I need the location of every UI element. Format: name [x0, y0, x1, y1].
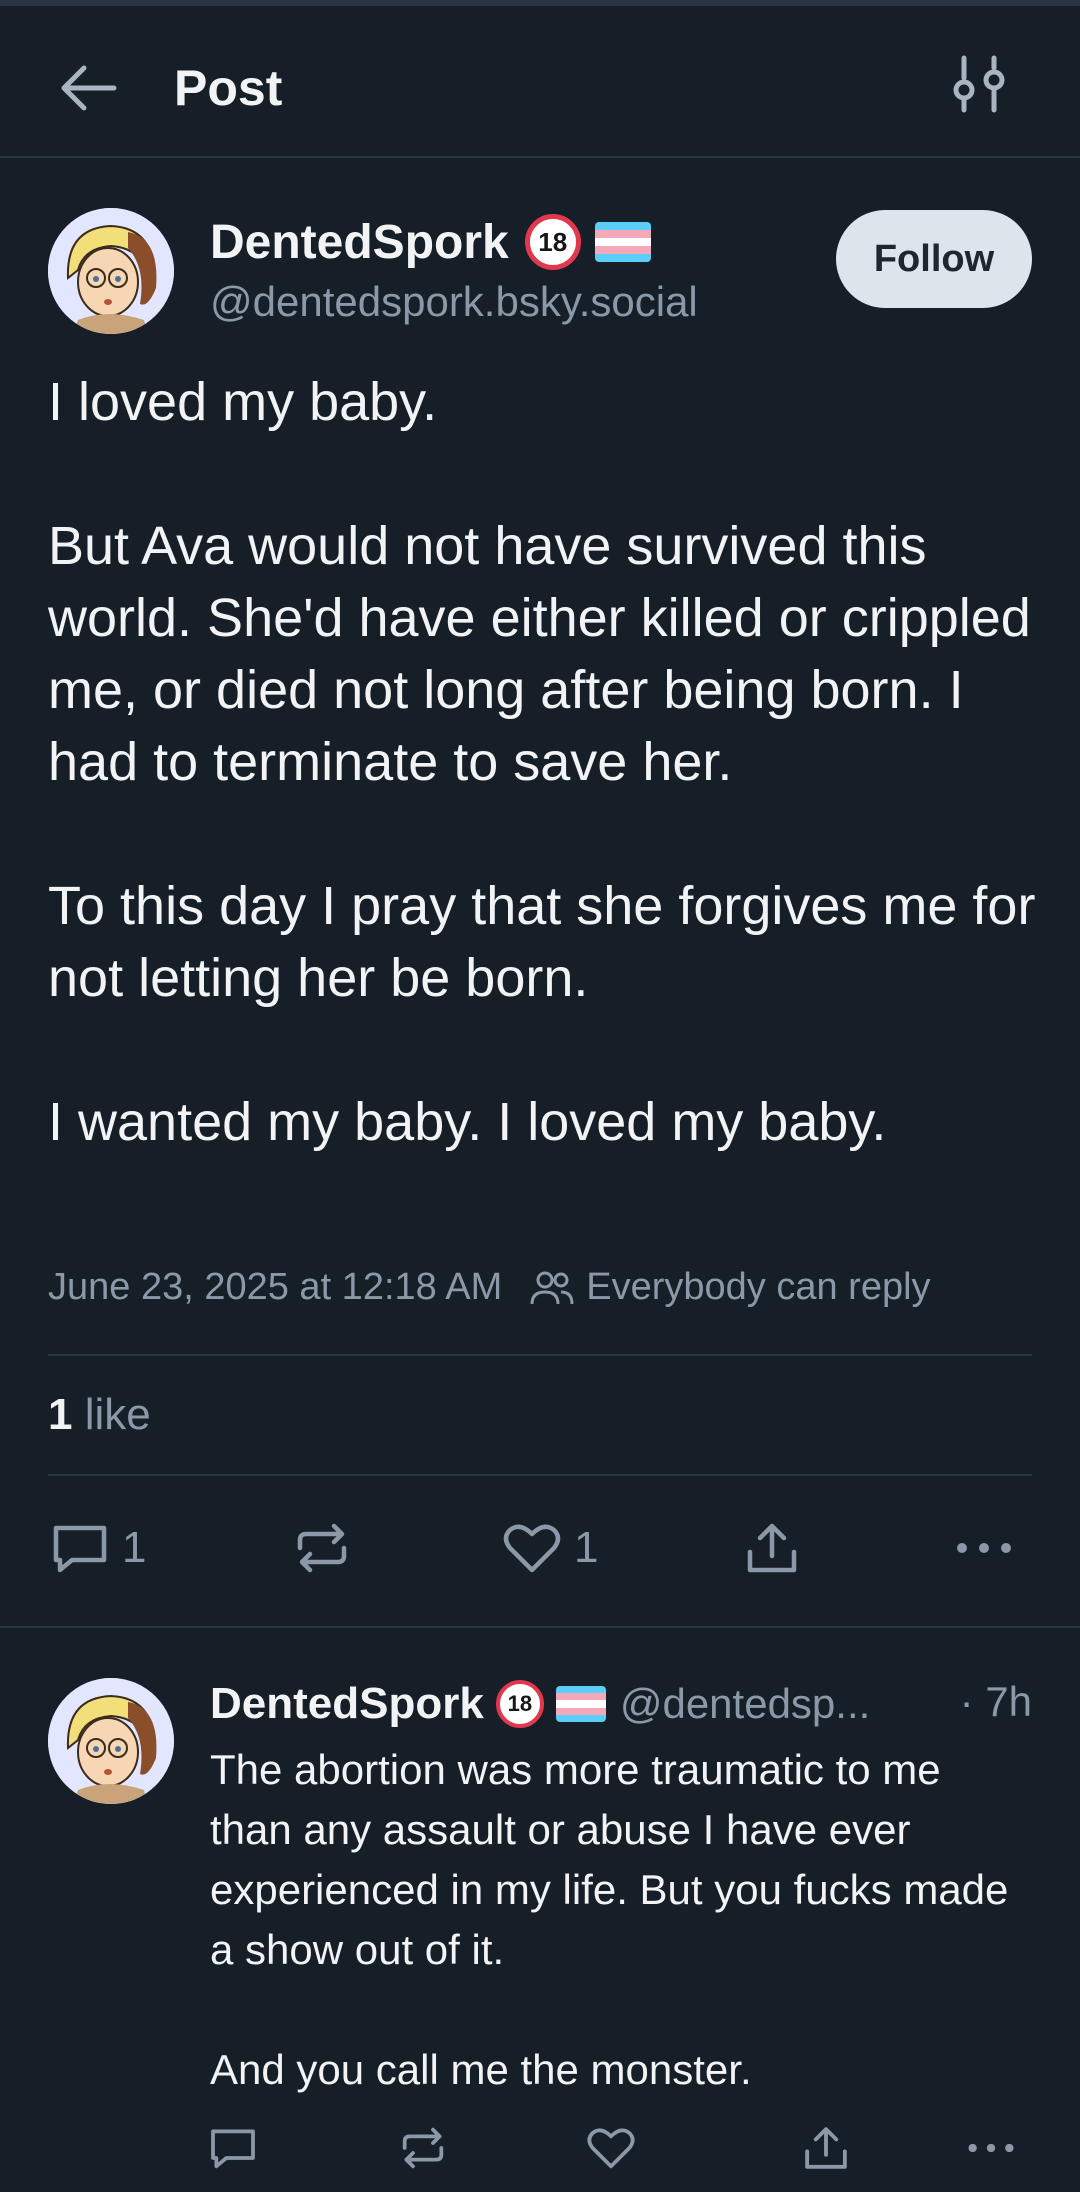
- more-icon: [968, 2143, 1014, 2153]
- tune-icon[interactable]: [952, 52, 1008, 116]
- like-word: like: [84, 1390, 151, 1439]
- post-meta: June 23, 2025 at 12:18 AM Everybody can …: [48, 1266, 931, 1309]
- reply-icon: [211, 2129, 255, 2169]
- reply-more-button[interactable]: [966, 2124, 1016, 2172]
- reply-time: · 7h: [959, 1678, 1032, 1725]
- like-action-count: 1: [574, 1523, 599, 1572]
- heart-icon: [503, 1524, 561, 1573]
- reply-count: 1: [122, 1523, 147, 1572]
- post-paragraph: But Ava would not have survived this wor…: [48, 516, 1031, 792]
- author-name-row: DentedSpork 18: [210, 212, 651, 272]
- share-icon: [747, 1523, 797, 1573]
- post-paragraph: I wanted my baby. I loved my baby.: [48, 1092, 887, 1152]
- back-arrow-icon[interactable]: [56, 56, 120, 120]
- reply-author-handle[interactable]: @dentedsp...: [620, 1680, 870, 1728]
- post-paragraph: To this day I pray that she forgives me …: [48, 876, 1036, 1008]
- age-18-badge-icon: 18: [495, 1680, 544, 1728]
- reply-icon: [53, 1525, 107, 1573]
- repost-button[interactable]: [292, 1520, 352, 1576]
- share-button[interactable]: [744, 1520, 800, 1576]
- trans-flag-icon: [555, 1686, 606, 1722]
- reply-button[interactable]: 1: [50, 1520, 146, 1576]
- like-button[interactable]: 1: [502, 1520, 598, 1576]
- reply-reply-button[interactable]: [208, 2124, 258, 2172]
- more-button[interactable]: [954, 1520, 1014, 1576]
- age-badge-text: 18: [507, 1691, 533, 1716]
- reply-author-name[interactable]: DentedSpork: [210, 1679, 484, 1729]
- heart-icon: [587, 2128, 635, 2169]
- likes-summary[interactable]: 1 like: [48, 1390, 151, 1440]
- post-timestamp: June 23, 2025 at 12:18 AM: [48, 1266, 503, 1308]
- author-handle[interactable]: @dentedspork.bsky.social: [210, 278, 698, 326]
- age-badge-text: 18: [538, 226, 568, 257]
- repost-icon: [297, 1523, 347, 1573]
- reply-body: The abortion was more traumatic to me th…: [210, 1740, 1030, 2100]
- author-name[interactable]: DentedSpork: [210, 215, 509, 270]
- divider: [48, 1354, 1032, 1356]
- repost-icon: [402, 2127, 444, 2169]
- reply-setting[interactable]: Everybody can reply: [586, 1266, 930, 1309]
- reply-like-button[interactable]: [586, 2124, 636, 2172]
- reply-author-row: DentedSpork 18 @dentedsp...: [210, 1676, 870, 1732]
- top-bar: Post: [0, 6, 1080, 158]
- reply-paragraph: The abortion was more traumatic to me th…: [210, 1746, 1009, 1973]
- avatar[interactable]: [48, 208, 174, 334]
- follow-button[interactable]: Follow: [836, 210, 1032, 308]
- reply-avatar[interactable]: [48, 1678, 174, 1804]
- page-title: Post: [174, 60, 283, 116]
- trans-flag-icon: [594, 222, 651, 262]
- section-divider: [0, 1626, 1080, 1628]
- reply-share-button[interactable]: [802, 2124, 850, 2172]
- age-18-badge-icon: 18: [524, 214, 581, 270]
- more-icon: [957, 1543, 1011, 1553]
- like-count: 1: [48, 1390, 73, 1439]
- people-icon: [530, 1271, 574, 1304]
- divider: [48, 1474, 1032, 1476]
- share-icon: [805, 2127, 847, 2169]
- post-body: I loved my baby. But Ava would not have …: [48, 366, 1048, 1158]
- reply-paragraph: And you call me the monster.: [210, 2046, 752, 2093]
- reply-repost-button[interactable]: [398, 2124, 448, 2172]
- post-paragraph: I loved my baby.: [48, 372, 438, 432]
